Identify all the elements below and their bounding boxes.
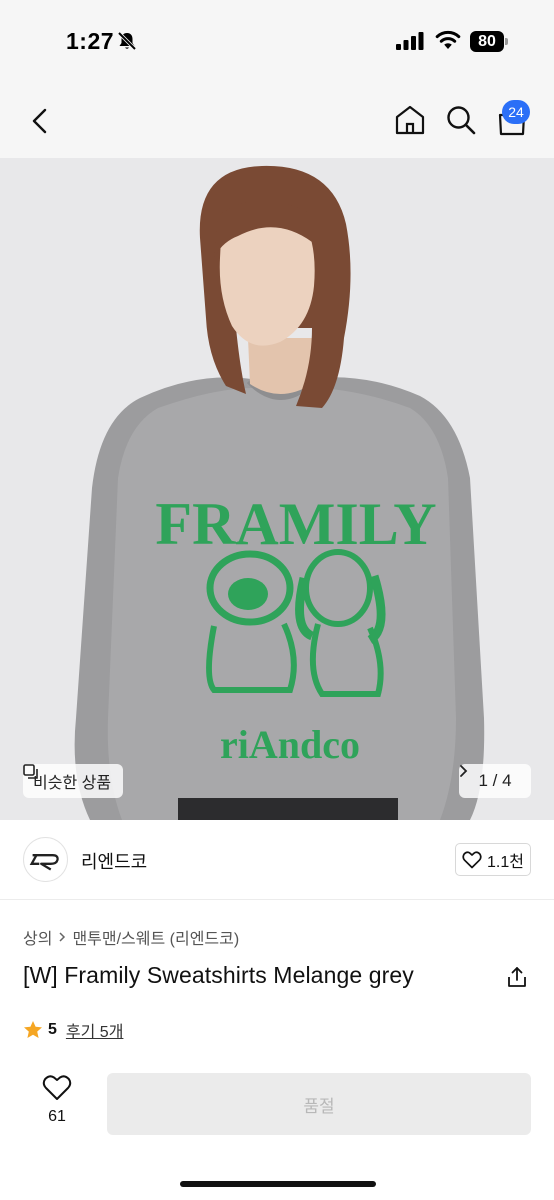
brand-row[interactable]: 리엔드코 1.1천 <box>0 820 554 900</box>
brand-like-count: 1.1천 <box>487 853 524 871</box>
nav-bar <box>0 84 554 158</box>
brand-name[interactable]: 리엔드코 <box>81 848 147 874</box>
copy-icon <box>23 764 38 779</box>
breadcrumb-item-subcategory[interactable]: 맨투맨/스웨트 (리엔드코) <box>72 925 239 949</box>
brand-logo[interactable] <box>23 837 68 882</box>
breadcrumb: 상의 맨투맨/스웨트 (리엔드코) <box>23 925 239 949</box>
page-indicator-text: 1 / 4 <box>478 771 512 790</box>
home-indicator[interactable] <box>180 1181 376 1187</box>
back-button[interactable] <box>24 104 58 138</box>
status-bar: 1:27 80 <box>0 0 554 84</box>
chevron-right-icon <box>460 765 468 777</box>
share-icon[interactable] <box>505 965 529 989</box>
battery-icon: 80 <box>470 31 508 52</box>
product-like-count: 61 <box>48 1108 66 1125</box>
product-like-button[interactable]: 61 <box>34 1074 80 1134</box>
battery-level: 80 <box>470 31 504 52</box>
brand-like-button[interactable]: 1.1천 <box>455 843 531 876</box>
star-icon <box>24 1021 42 1038</box>
heart-icon <box>462 850 482 868</box>
search-icon[interactable] <box>444 103 478 137</box>
image-page-indicator[interactable]: 1 / 4 <box>459 764 531 798</box>
cellular-signal-icon <box>396 32 424 50</box>
product-title: [W] Framily Sweatshirts Melange grey <box>23 962 414 988</box>
status-time: 1:27 <box>66 28 115 54</box>
chevron-right-icon <box>59 932 66 942</box>
similar-products-button[interactable]: 비슷한 상품 <box>23 764 124 798</box>
similar-products-label: 비슷한 상품 <box>33 775 112 792</box>
rating-summary: 5 후기 5개 <box>23 1018 123 1042</box>
product-photo: FRAMILY riAndco <box>0 158 554 820</box>
soldout-button[interactable]: 품절 <box>107 1073 531 1135</box>
wifi-icon <box>435 30 461 49</box>
breadcrumb-item-category[interactable]: 상의 <box>23 925 52 949</box>
shirt-print-bottom: riAndco <box>220 722 360 767</box>
review-count-link[interactable]: 후기 5개 <box>66 1018 124 1042</box>
bell-muted-icon <box>117 31 137 51</box>
rating-score: 5 <box>48 1021 57 1038</box>
heart-icon <box>42 1075 72 1100</box>
home-icon[interactable] <box>392 102 428 138</box>
shirt-print-top: FRAMILY <box>155 491 436 557</box>
product-image-carousel[interactable]: FRAMILY riAndco 비슷한 상품 1 / 4 <box>0 158 554 820</box>
cart-count-badge: 24 <box>502 100 530 124</box>
